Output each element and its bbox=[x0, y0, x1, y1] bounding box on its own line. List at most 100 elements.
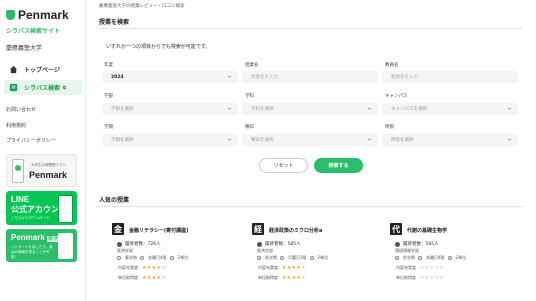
brand-name: Penmark bbox=[18, 8, 69, 22]
enrollment: 履修者数： 726人 bbox=[117, 241, 161, 247]
brand-logo[interactable]: Penmark bbox=[6, 8, 69, 22]
enrollment-label: 履修者数： bbox=[403, 242, 426, 247]
star-icon: ★ bbox=[161, 265, 166, 271]
enrollment-label: 履修者数： bbox=[265, 242, 288, 247]
nav-label: シラバス検索 bbox=[24, 85, 60, 92]
star-rating: ★★★★★ bbox=[142, 265, 166, 271]
course-credits: 2単位 bbox=[177, 255, 189, 260]
job-banner[interactable]: Penmark 就活 インターンを探したり、就活の情報を見ることが可能！ bbox=[6, 229, 77, 262]
term-select[interactable]: 学期を選択 bbox=[102, 134, 238, 146]
person-icon bbox=[117, 241, 122, 247]
chevron-down-icon bbox=[367, 107, 372, 110]
job-banner-desc: インターンを探したり、就活の情報を見ることが可能！ bbox=[11, 245, 53, 259]
chevron-down-icon bbox=[507, 138, 512, 141]
book-icon bbox=[8, 83, 18, 93]
credit-rating: 単位取得度 ★★★★★ bbox=[396, 275, 444, 281]
period-select[interactable]: 時限を選択 bbox=[382, 134, 518, 146]
app-banner-caption: 大学生の時間割アプリ bbox=[31, 163, 66, 167]
phone-image bbox=[12, 159, 24, 183]
job-banner-title: Penmark 就活 bbox=[11, 233, 60, 242]
calendar-icon bbox=[395, 256, 399, 260]
campus-placeholder: キャンパスを選択 bbox=[391, 107, 427, 112]
star-icon: ★ bbox=[161, 275, 166, 281]
search-button[interactable]: 検索する bbox=[314, 158, 363, 173]
phone-image bbox=[58, 195, 73, 223]
day-select[interactable]: 曜日を選択 bbox=[242, 134, 378, 146]
satisfaction-rating: 内容充実度 ★★★★★ bbox=[396, 265, 444, 271]
divider bbox=[99, 206, 523, 207]
year-value: 2024 bbox=[111, 74, 124, 80]
rating-label: 内容充実度 bbox=[118, 265, 138, 270]
course-title: 代謝の基礎生物学 bbox=[407, 228, 448, 234]
course-card[interactable]: 金 金融リテラシー(寄付講座) 履修者数： 726人 経済学部 春学期 金曜日4限… bbox=[112, 223, 242, 293]
faculty-select[interactable]: 学部を選択 bbox=[102, 103, 238, 115]
year-label: 年度 bbox=[104, 63, 113, 68]
course-dept: 経済学部 bbox=[257, 248, 273, 253]
sidebar: Penmark シラバス検索サイト 慶應義塾大学 トップページ シラバス検索 ⧉… bbox=[0, 0, 86, 301]
course-kanji-badge: 経 bbox=[252, 223, 264, 235]
university-name: 慶應義塾大学 bbox=[6, 45, 43, 52]
phone-image bbox=[58, 233, 73, 259]
campus-label: キャンパス bbox=[385, 94, 408, 99]
enrollment-label: 履修者数： bbox=[125, 242, 148, 247]
nav-item-top[interactable]: トップページ bbox=[4, 62, 82, 77]
rating-label: 単位取得度 bbox=[396, 275, 416, 280]
enrollment-value: 585人 bbox=[287, 242, 301, 247]
star-rating: ★★★★★ bbox=[420, 265, 444, 271]
campus-select[interactable]: キャンパスを選択 bbox=[382, 103, 518, 115]
search-note: いずれか一つの項目からでも検索が可能です。 bbox=[106, 44, 211, 50]
rating-label: 内容充実度 bbox=[396, 265, 416, 270]
person-icon bbox=[395, 241, 400, 247]
course-kanji-badge: 金 bbox=[112, 223, 124, 235]
link-privacy[interactable]: プライバシーポリシー bbox=[6, 137, 56, 144]
app-banner[interactable]: 大学生の時間割アプリ Penmark bbox=[6, 154, 77, 187]
teacher-label: 教員名 bbox=[385, 63, 399, 68]
reset-button[interactable]: リセット bbox=[259, 158, 308, 173]
link-contact[interactable]: お問い合わせ bbox=[6, 106, 36, 113]
star-icon: ★ bbox=[439, 265, 444, 271]
rating-label: 単位取得度 bbox=[118, 275, 138, 280]
course-title: 経済政策のミクロ分析a bbox=[269, 228, 323, 234]
clock-icon bbox=[418, 256, 422, 260]
term-placeholder: 学期を選択 bbox=[111, 138, 134, 143]
credit-icon bbox=[169, 256, 174, 260]
department-select[interactable]: 学科を選択 bbox=[242, 103, 378, 115]
course-credits: 2単位 bbox=[317, 255, 329, 260]
course-card[interactable]: 代 代謝の基礎生物学 履修者数： 585人 環境情報学部 秋学期 木曜日4限 2単… bbox=[390, 223, 520, 293]
penmark-logo-icon bbox=[6, 10, 15, 20]
credit-rating: 単位取得度 ★★★★★ bbox=[258, 275, 306, 281]
course-term: 春学期 bbox=[125, 255, 137, 260]
course-meta: 春学期 金曜日4限 2単位 bbox=[117, 255, 188, 261]
year-select[interactable]: 2024 bbox=[102, 71, 238, 83]
course-name-input[interactable]: 授業名を入力 bbox=[242, 71, 378, 83]
course-meta: 秋学期 月曜日3限 2単位 bbox=[257, 255, 328, 261]
faculty-label: 学部 bbox=[104, 94, 113, 99]
person-icon bbox=[257, 241, 262, 247]
link-terms[interactable]: 利用規約 bbox=[6, 122, 26, 129]
credit-icon bbox=[309, 256, 314, 260]
calendar-icon bbox=[257, 256, 261, 260]
teacher-input[interactable]: 教員名を入力 bbox=[382, 71, 518, 83]
star-rating: ★★★★★ bbox=[420, 275, 444, 281]
course-term: 秋学期 bbox=[265, 255, 277, 260]
clock-icon bbox=[280, 256, 284, 260]
credit-rating: 単位取得度 ★★★★★ bbox=[118, 275, 166, 281]
course-name-label: 授業名 bbox=[245, 63, 259, 68]
term-label: 学期 bbox=[104, 125, 113, 130]
course-card[interactable]: 経 経済政策のミクロ分析a 履修者数： 585人 経済学部 秋学期 月曜日3限 2… bbox=[252, 223, 382, 293]
star-icon: ★ bbox=[301, 275, 306, 281]
enrollment: 履修者数： 585人 bbox=[257, 241, 301, 247]
course-day: 金曜日4限 bbox=[148, 255, 167, 260]
enrollment-value: 726人 bbox=[147, 242, 161, 247]
line-banner[interactable]: LINE 公式アカウント こちらからダウンロード bbox=[6, 191, 77, 225]
enrollment-value: 585人 bbox=[425, 242, 439, 247]
site-subtitle: シラバス検索サイト bbox=[6, 28, 60, 35]
satisfaction-rating: 内容充実度 ★★★★★ bbox=[118, 265, 166, 271]
nav-item-syllabus[interactable]: シラバス検索 ⧉ bbox=[4, 80, 82, 95]
star-rating: ★★★★★ bbox=[282, 275, 306, 281]
chevron-down-icon bbox=[367, 138, 372, 141]
course-dept: 経済学部 bbox=[117, 248, 133, 253]
course-credits: 2単位 bbox=[455, 255, 467, 260]
app-icon bbox=[15, 165, 21, 171]
chevron-down-icon bbox=[507, 107, 512, 110]
